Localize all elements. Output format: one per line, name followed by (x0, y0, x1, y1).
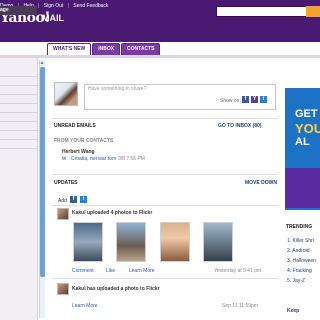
photo-thumbnail[interactable] (73, 222, 103, 262)
nav-separator-icon: | (67, 3, 69, 9)
search-button[interactable] (306, 6, 320, 17)
divider (0, 130, 37, 131)
divider (0, 148, 37, 149)
avatar (57, 283, 69, 295)
status-placeholder: Have something to share? (88, 86, 147, 92)
trending-item[interactable]: 4. Fracking (287, 268, 312, 274)
like-link[interactable]: Like (106, 268, 115, 274)
sidebar (0, 58, 38, 320)
yahoo-icon[interactable]: Y (251, 96, 258, 103)
move-down-link[interactable]: MOVE DOWN (245, 180, 277, 186)
divider (0, 121, 37, 122)
email-time: 9/8 7:56 PM (118, 156, 145, 162)
ad-strip (285, 168, 320, 208)
photo-thumbnail[interactable] (116, 222, 146, 262)
show-on-label: Show on: (220, 98, 241, 104)
learn-more-link[interactable]: Learn More (129, 268, 155, 274)
divider (52, 205, 278, 206)
add-label: Add (58, 198, 67, 204)
tab-contacts[interactable]: CONTACTS (121, 43, 161, 55)
go-to-inbox-link[interactable]: GO TO INBOX (80) (218, 123, 262, 129)
avatar (57, 208, 69, 220)
update-text: Kakul uploaded 4 photos to Flickr (72, 210, 153, 216)
unread-emails-title: UNREAD EMAILS (54, 123, 96, 129)
divider (52, 174, 278, 175)
divider (52, 118, 278, 119)
ad-text: GET (295, 108, 318, 120)
divider (0, 85, 37, 86)
photo-thumbnail[interactable] (203, 222, 233, 262)
update-text: Kakul has uploaded a photo to Flickr (72, 286, 160, 292)
scroll-up-icon[interactable]: ▲ (39, 60, 45, 66)
from-contacts-label: FROM YOUR CONTACTS (54, 138, 114, 144)
email-subject[interactable]: Croatia, not war torn (71, 156, 116, 162)
scrollbar-thumb[interactable] (40, 67, 45, 277)
keep-label: Keep (287, 308, 300, 314)
learn-more-link[interactable]: Learn More (72, 303, 98, 309)
tab-strip (0, 55, 320, 58)
search-input[interactable] (216, 6, 316, 17)
trending-item[interactable]: 2. Android (287, 248, 310, 254)
ad-text: AL (295, 136, 310, 148)
nav-feedback[interactable]: Send Feedback (73, 3, 108, 9)
avatar (54, 82, 78, 106)
nav-signout[interactable]: Sign Out (44, 3, 63, 9)
update-time: Yesterday at 9:41 pm (214, 268, 262, 274)
divider (0, 94, 37, 95)
trending-title: TRENDING (286, 224, 313, 230)
twitter-icon[interactable]: t (260, 96, 267, 103)
divider (0, 112, 37, 113)
divider (0, 76, 37, 77)
comment-link[interactable]: Comment (72, 268, 94, 274)
tab-inbox[interactable]: INBOX (92, 43, 121, 55)
divider (52, 278, 278, 279)
sender-name[interactable]: Herbert Wang (62, 149, 95, 155)
divider (0, 103, 37, 104)
facebook-icon[interactable]: f (242, 96, 249, 103)
mail-logo: MAIL (42, 13, 64, 23)
envelope-icon: ✉ (62, 156, 67, 162)
twitter-icon[interactable]: t (80, 196, 87, 203)
tab-bar: WHAT'S NEW INBOX CONTACTS (47, 43, 161, 55)
update-time: Sep 11 11:59pm (222, 303, 258, 309)
sidebar-header-label: age (0, 7, 9, 13)
facebook-icon[interactable]: f (70, 196, 77, 203)
updates-title: UPDATES (54, 180, 78, 186)
ad-text: YOU (295, 121, 320, 136)
tab-whats-new[interactable]: WHAT'S NEW (47, 43, 92, 55)
trending-item[interactable]: 5. Jay-Z (287, 278, 305, 284)
divider (0, 139, 37, 140)
photo-thumbnail[interactable] (160, 222, 190, 262)
trending-item[interactable]: 1. Killer Shri (287, 238, 314, 244)
sidebar-header[interactable]: age (0, 6, 37, 15)
trending-item[interactable]: 3. Halloween (287, 258, 316, 264)
